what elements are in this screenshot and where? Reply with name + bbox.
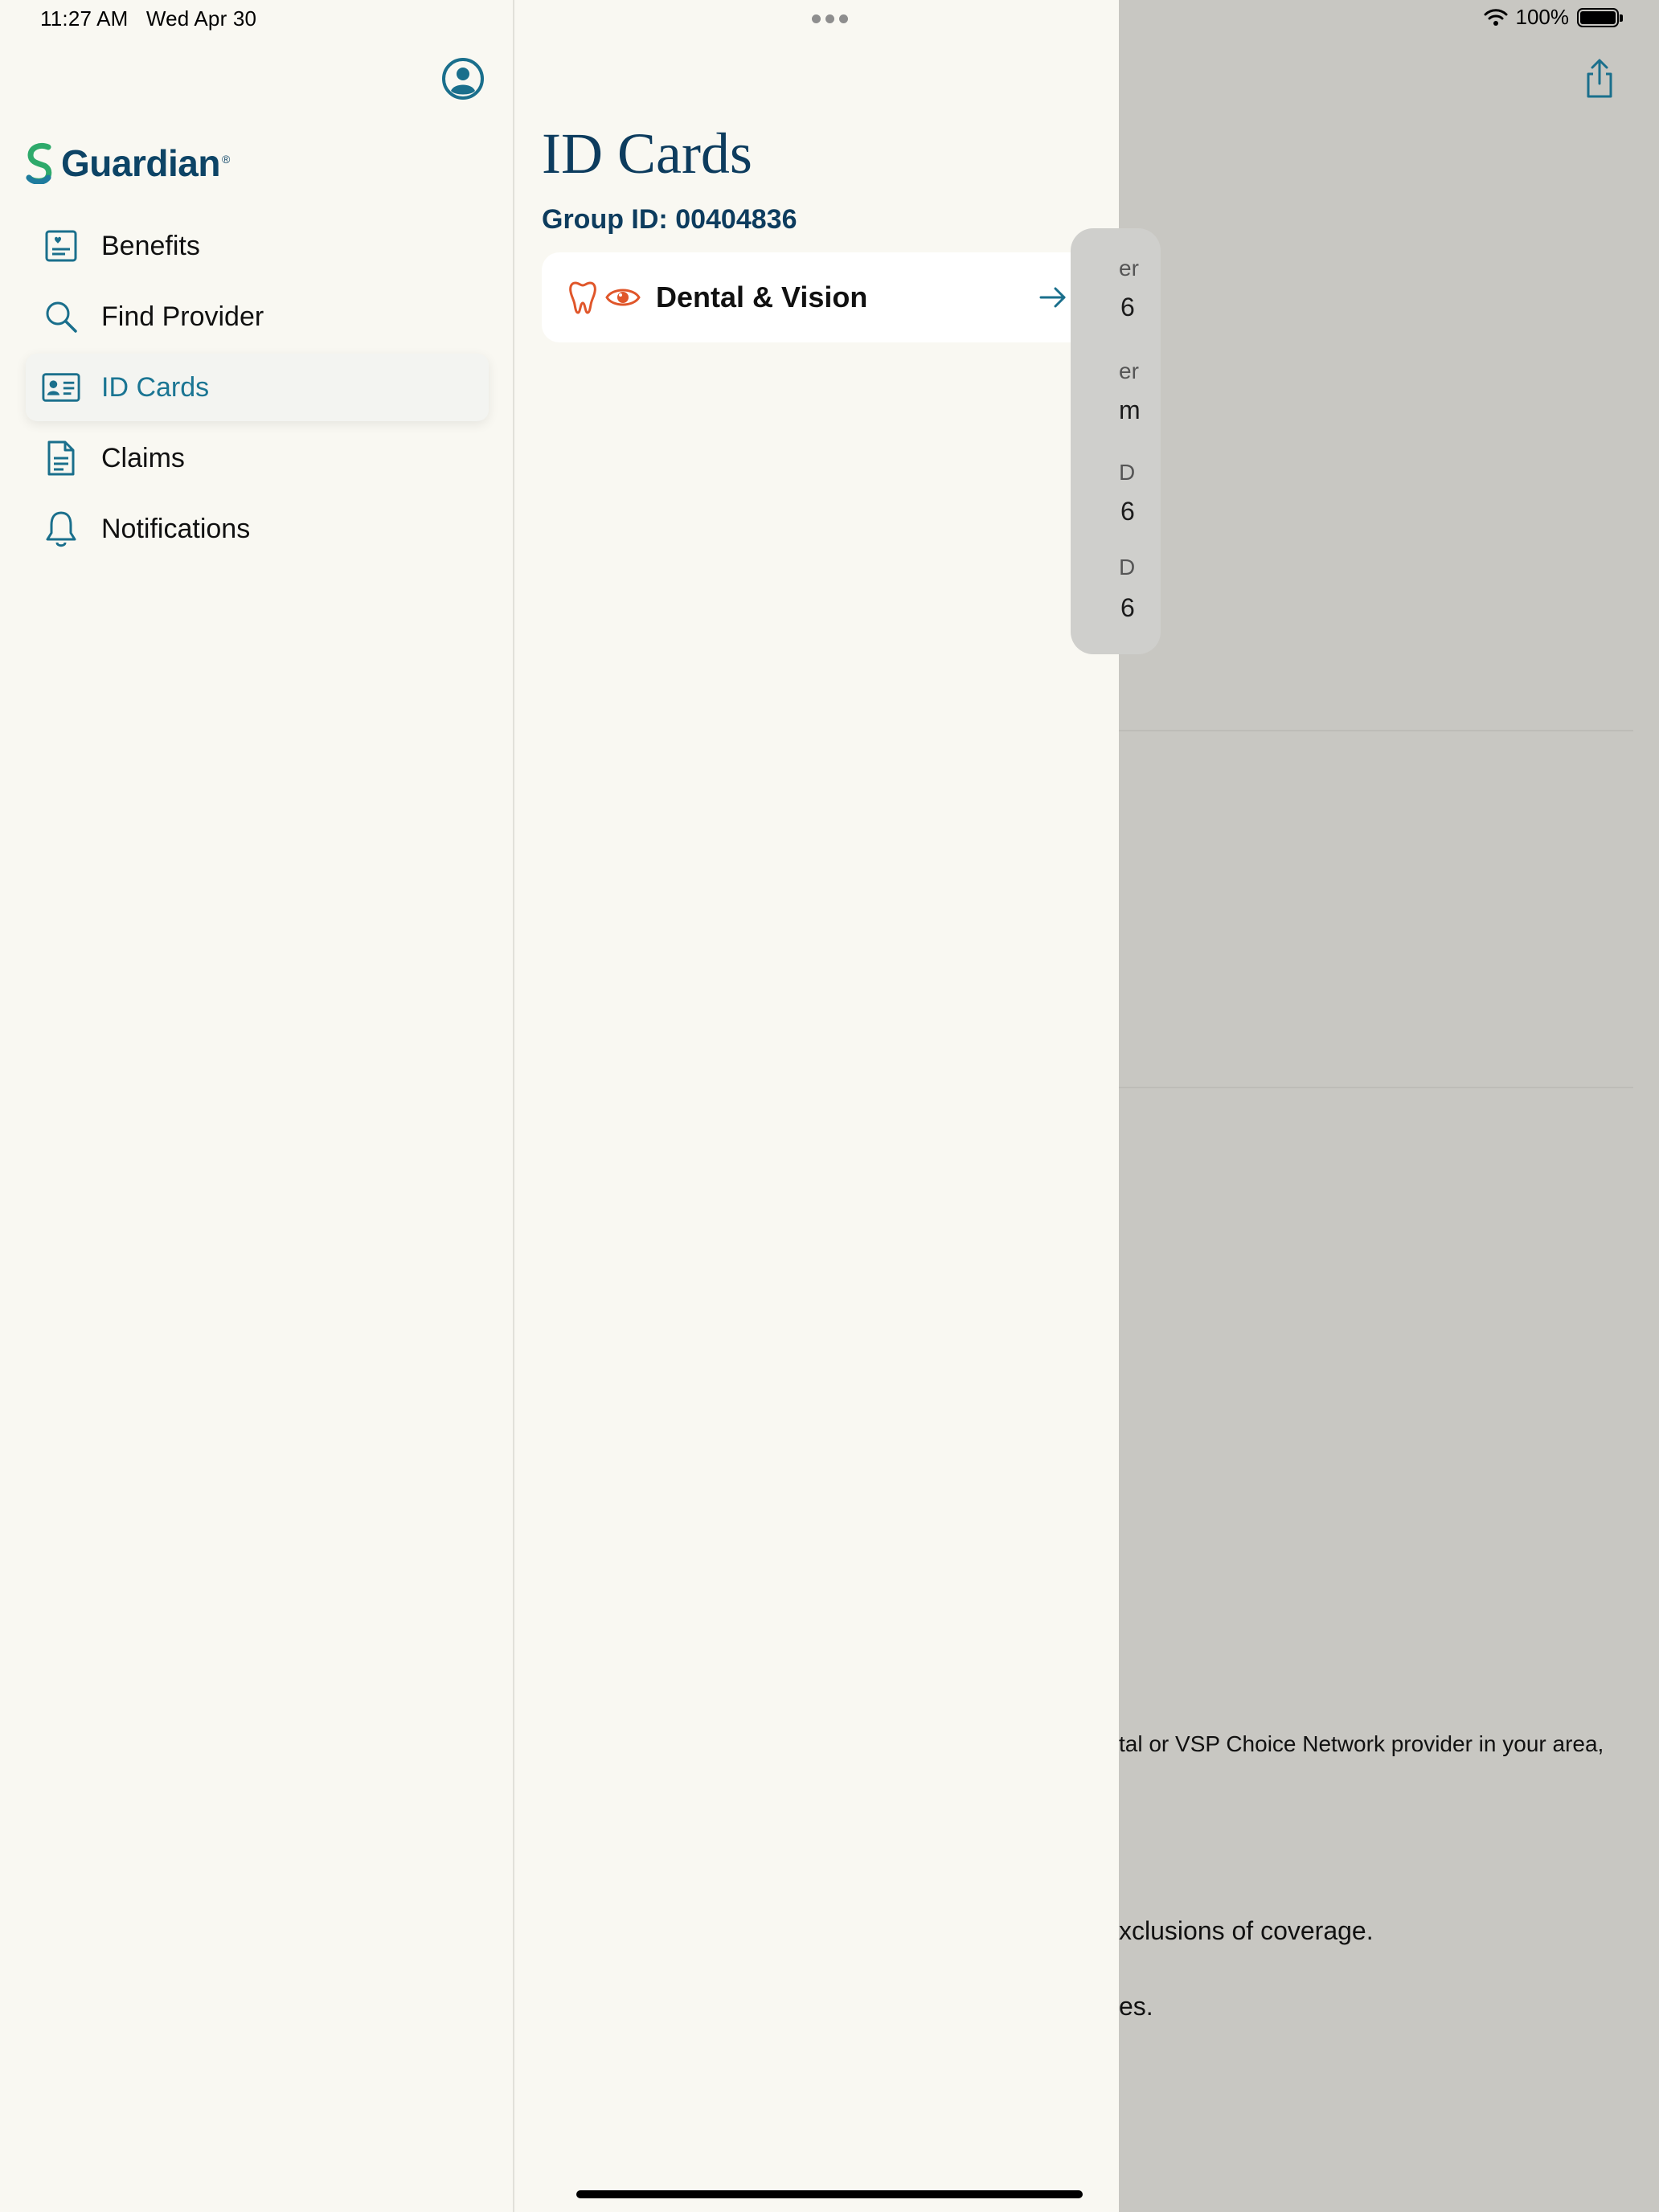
battery-icon bbox=[1577, 7, 1623, 27]
bg-fragment: er bbox=[1119, 358, 1139, 383]
bg-fragment: er bbox=[1119, 256, 1139, 281]
status-date-text: Wed Apr 30 bbox=[145, 6, 257, 31]
card-icons bbox=[567, 281, 641, 314]
card-label: Dental & Vision bbox=[656, 281, 868, 313]
eye-icon bbox=[605, 289, 641, 306]
status-time-text: 11:27 AM bbox=[40, 6, 129, 31]
handle-dot bbox=[839, 14, 848, 23]
sidebar-nav: Benefits Find Provider ID Cards Claims N… bbox=[26, 212, 489, 566]
handle-dot bbox=[812, 14, 821, 23]
wifi-icon bbox=[1484, 8, 1507, 26]
bg-text-line: es. bbox=[1119, 1992, 1153, 2021]
guardian-logo-text: Guardian bbox=[61, 142, 220, 184]
app-window: 11:27 AM Wed Apr 30 Guardian ® Benefits … bbox=[0, 0, 1659, 2212]
sidebar: 11:27 AM Wed Apr 30 Guardian ® Benefits … bbox=[0, 0, 514, 2212]
logo-trademark: ® bbox=[221, 153, 231, 166]
group-id: Group ID: 00404836 bbox=[542, 204, 797, 235]
bg-fragment: 6 bbox=[1120, 593, 1135, 622]
benefits-icon bbox=[42, 227, 80, 265]
sidebar-item-label: Claims bbox=[101, 442, 185, 473]
sidebar-item-claims[interactable]: Claims bbox=[26, 424, 489, 492]
bg-text-line: tal or VSP Choice Network provider in yo… bbox=[1119, 1731, 1604, 1756]
id-card-icon bbox=[42, 368, 80, 407]
dimmed-background-content[interactable]: er 6 er m D 6 D 6 tal or VSP Choice Netw… bbox=[1071, 0, 1659, 2212]
bell-icon bbox=[42, 510, 80, 548]
guardian-logo: Guardian ® bbox=[24, 141, 230, 185]
battery-percent: 100% bbox=[1515, 5, 1570, 29]
status-indicators: 100% bbox=[1484, 5, 1623, 30]
arrow-right-icon bbox=[1039, 287, 1066, 308]
bg-text-line: xclusions of coverage. bbox=[1119, 1916, 1374, 1945]
bg-fragment: 6 bbox=[1120, 293, 1135, 322]
sidebar-item-label: Find Provider bbox=[101, 301, 264, 332]
profile-icon bbox=[442, 58, 484, 100]
bg-fragment: D bbox=[1119, 555, 1136, 580]
divider bbox=[1119, 1087, 1633, 1088]
sidebar-item-benefits[interactable]: Benefits bbox=[26, 212, 489, 280]
handle-dot bbox=[825, 14, 834, 23]
divider bbox=[1119, 730, 1633, 731]
card-dental-vision[interactable]: Dental & Vision bbox=[542, 252, 1093, 342]
sidebar-item-label: Benefits bbox=[101, 230, 200, 261]
sidebar-item-label: ID Cards bbox=[101, 371, 210, 403]
multitasking-handle[interactable] bbox=[812, 14, 848, 23]
share-icon bbox=[1587, 59, 1612, 98]
background-card bbox=[1071, 228, 1161, 654]
battery-level bbox=[1580, 10, 1616, 24]
search-icon bbox=[42, 297, 80, 336]
status-time: 11:27 AM Wed Apr 30 bbox=[40, 6, 256, 31]
home-indicator[interactable] bbox=[576, 2190, 1083, 2198]
profile-button[interactable] bbox=[440, 56, 485, 101]
sidebar-item-label: Notifications bbox=[101, 513, 251, 544]
page-title: ID Cards bbox=[542, 121, 752, 186]
share-button[interactable] bbox=[1582, 58, 1620, 103]
bg-fragment: D bbox=[1119, 460, 1136, 485]
id-cards-panel: ID Cards Group ID: 00404836 Dental & Vis… bbox=[516, 0, 1119, 2212]
sidebar-item-id-cards[interactable]: ID Cards bbox=[26, 354, 489, 421]
sidebar-item-find-provider[interactable]: Find Provider bbox=[26, 283, 489, 350]
tooth-icon bbox=[569, 281, 596, 314]
bg-fragment: 6 bbox=[1120, 497, 1135, 526]
bg-fragment: m bbox=[1119, 395, 1141, 424]
document-icon bbox=[42, 439, 80, 477]
sidebar-item-notifications[interactable]: Notifications bbox=[26, 495, 489, 563]
guardian-logo-icon bbox=[26, 142, 52, 184]
